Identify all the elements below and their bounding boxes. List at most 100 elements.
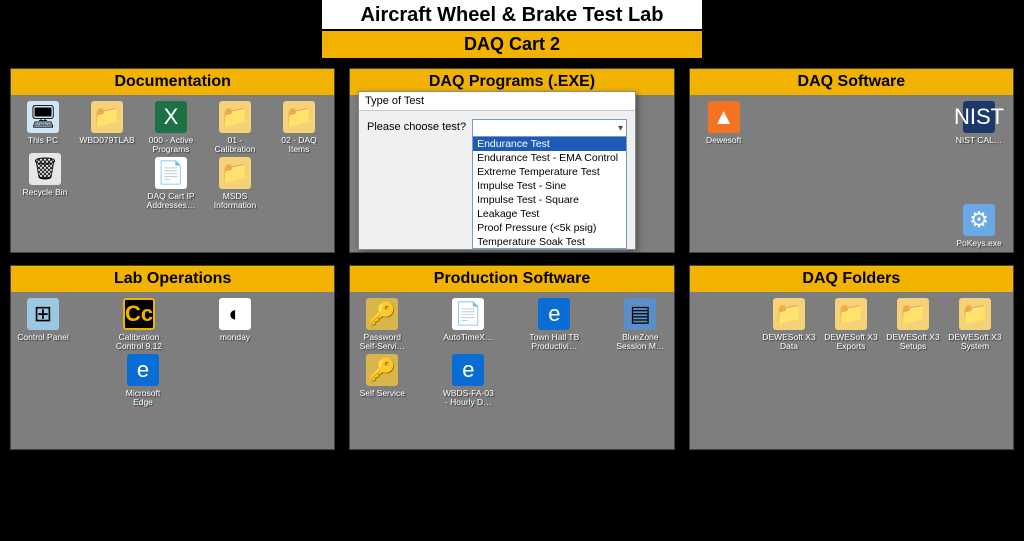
- daqfolder-icon-2[interactable]: 📁 DEWESoft X3 Setups: [885, 298, 941, 352]
- doc-icon-3[interactable]: 📁 01 - Calibration: [207, 101, 263, 155]
- nist-cal-shortcut[interactable]: NIST NIST CAL…: [951, 101, 1007, 145]
- labops-icon-1-icon: Cc: [123, 298, 155, 330]
- prod-icon-2-icon: e: [538, 298, 570, 330]
- doc-icon-b-0-icon: 📄: [155, 157, 187, 189]
- daqfolder-icon-2-icon: 📁: [897, 298, 929, 330]
- doc-icon-2[interactable]: X000 - Active Programs: [143, 101, 199, 155]
- page-title: Aircraft Wheel & Brake Test Lab: [322, 0, 702, 29]
- labops-icon-0[interactable]: ⊞ Control Panel: [15, 298, 71, 352]
- recycle-bin-label: Recycle Bin: [23, 188, 68, 197]
- pokeys-shortcut-icon: ⚙: [963, 204, 995, 236]
- prod-icon-b-1-label: WBDS-FA-03 - Hourly D…: [440, 389, 496, 408]
- nist-cal-shortcut-icon: NIST: [963, 101, 995, 133]
- doc-icon-1[interactable]: 📁 WBD079TLAB: [79, 101, 135, 155]
- fence-body-daq-folders: 📁DEWESoft X3 Data📁DEWESoft X3 Exports📁DE…: [690, 292, 1013, 449]
- doc-icon-1-icon: 📁: [91, 101, 123, 133]
- prod-icon-1-label: AutoTimeX…: [443, 333, 493, 342]
- doc-icon-b-1[interactable]: 📁MSDS Information: [207, 157, 263, 211]
- prod-icon-2[interactable]: eTown Hall TB Productivi…: [526, 298, 582, 352]
- daqfolder-icon-3[interactable]: 📁 DEWESoft X3 System: [947, 298, 1003, 352]
- dewesoft-shortcut-icon: ▲: [708, 101, 740, 133]
- doc-icon-0-label: This PC: [28, 136, 58, 145]
- combo-option-7[interactable]: Temperature Soak Test: [473, 235, 626, 249]
- daqfolder-icon-1-label: DEWESoft X3 Exports: [823, 333, 879, 352]
- doc-icon-3-icon: 📁: [219, 101, 251, 133]
- fence-body-documentation: 🖥 This PC 📁 WBD079TLAB X000 - Active Program…: [11, 95, 334, 252]
- fence-lab-operations: Lab Operations ⊞ Control Panel Cc Calibrati…: [10, 265, 335, 450]
- prod-icon-b-1-icon: e: [452, 354, 484, 386]
- fence-header: Documentation: [11, 69, 334, 95]
- combo-option-1[interactable]: Endurance Test - EMA Control: [473, 151, 626, 165]
- doc-icon-4-icon: 📁: [283, 101, 315, 133]
- fence-header: DAQ Folders: [690, 266, 1013, 292]
- dewesoft-shortcut-label: Dewesoft: [706, 136, 741, 145]
- doc-icon-2-label: 000 - Active Programs: [143, 136, 199, 155]
- page-subtitle: DAQ Cart 2: [322, 29, 702, 58]
- prod-icon-1-icon: 📄: [452, 298, 484, 330]
- prod-icon-b-0[interactable]: 🔑 Self Service: [354, 354, 410, 408]
- recycle-bin[interactable]: 🗑 Recycle Bin: [17, 153, 73, 197]
- prod-icon-3-icon: ▤: [624, 298, 656, 330]
- daqfolder-icon-0[interactable]: 📁DEWESoft X3 Data: [761, 298, 817, 352]
- pokeys-shortcut-label: PoKeys.exe: [956, 239, 1001, 248]
- labops-icon-0-icon: ⊞: [27, 298, 59, 330]
- fence-daq-folders: DAQ Folders 📁DEWESoft X3 Data📁DEWESoft X…: [689, 265, 1014, 450]
- combo-option-5[interactable]: Leakage Test: [473, 207, 626, 221]
- nist-cal-shortcut-label: NIST CAL…: [956, 136, 1003, 145]
- combo-option-2[interactable]: Extreme Temperature Test: [473, 165, 626, 179]
- dialog-title: Type of Test: [359, 92, 635, 111]
- daqfolder-icon-2-label: DEWESoft X3 Setups: [885, 333, 941, 352]
- fence-header: Lab Operations: [11, 266, 334, 292]
- doc-icon-3-label: 01 - Calibration: [207, 136, 263, 155]
- doc-icon-b-0-label: DAQ Cart IP Addresses…: [143, 192, 199, 211]
- doc-icon-0-icon: 🖥: [27, 101, 59, 133]
- prod-icon-0-label: Password Self-Servi…: [354, 333, 410, 352]
- prod-icon-3-label: BlueZone Session M…: [612, 333, 668, 352]
- doc-icon-b-1-label: MSDS Information: [207, 192, 263, 211]
- recycle-bin-icon: 🗑: [29, 153, 61, 185]
- daqfolder-icon-3-icon: 📁: [959, 298, 991, 330]
- fence-header: DAQ Software: [690, 69, 1013, 95]
- title-block: Aircraft Wheel & Brake Test Lab DAQ Cart…: [322, 0, 702, 58]
- combo-option-4[interactable]: Impulse Test - Square: [473, 193, 626, 207]
- prod-icon-b-0-label: Self Service: [360, 389, 405, 398]
- doc-icon-b-0[interactable]: 📄 DAQ Cart IP Addresses…: [143, 157, 199, 211]
- prod-icon-0-icon: 🔑: [366, 298, 398, 330]
- combo-option-6[interactable]: Proof Pressure (<5k psig): [473, 221, 626, 235]
- fence-production-software: Production Software 🔑Password Self-Servi…: [349, 265, 674, 450]
- fence-body-prod-software: 🔑 Password Self-Servi… 📄 AutoTimeX… eTown Ha…: [350, 292, 673, 449]
- daqfolder-icon-3-label: DEWESoft X3 System: [947, 333, 1003, 352]
- labops-icon-0-label: Control Panel: [17, 333, 69, 342]
- prod-icon-3[interactable]: ▤ BlueZone Session M…: [612, 298, 668, 352]
- prod-icon-b-0-icon: 🔑: [366, 354, 398, 386]
- labops-icon-1-label: Calibration Control 9.12: [111, 333, 167, 352]
- daqfolder-icon-1-icon: 📁: [835, 298, 867, 330]
- daqfolder-icon-1[interactable]: 📁 DEWESoft X3 Exports: [823, 298, 879, 352]
- labops-icon-b-0-label: Microsoft Edge: [115, 389, 171, 408]
- prod-icon-1[interactable]: 📄 AutoTimeX…: [440, 298, 496, 352]
- prod-icon-0[interactable]: 🔑 Password Self-Servi…: [354, 298, 410, 352]
- type-of-test-dialog[interactable]: Type of Test Please choose test? ▾ Endur…: [358, 91, 636, 250]
- labops-icon-2-label: monday: [220, 333, 250, 342]
- labops-icon-1[interactable]: Cc Calibration Control 9.12: [111, 298, 167, 352]
- fence-body-lab-ops: ⊞ Control Panel Cc Calibration Control 9.12…: [11, 292, 334, 449]
- combo-listbox[interactable]: Endurance TestEndurance Test - EMA Contr…: [472, 137, 627, 249]
- doc-icon-1-label: WBD079TLAB: [79, 136, 134, 145]
- labops-icon-b-0[interactable]: e Microsoft Edge: [115, 354, 171, 408]
- doc-icon-0[interactable]: 🖥 This PC: [15, 101, 71, 155]
- combo-option-0[interactable]: Endurance Test: [473, 137, 626, 151]
- pokeys-shortcut[interactable]: ⚙ PoKeys.exe: [951, 204, 1007, 248]
- doc-icon-4[interactable]: 📁 02 - DAQ Items: [271, 101, 327, 155]
- labops-icon-2-icon: ◐: [219, 298, 251, 330]
- daqfolder-icon-0-icon: 📁: [773, 298, 805, 330]
- combo-field[interactable]: ▾: [472, 119, 627, 137]
- test-type-combo[interactable]: ▾ Endurance TestEndurance Test - EMA Con…: [472, 119, 627, 249]
- labops-icon-b-0-icon: e: [127, 354, 159, 386]
- combo-option-3[interactable]: Impulse Test - Sine: [473, 179, 626, 193]
- chevron-down-icon: ▾: [618, 123, 623, 134]
- prod-icon-b-1[interactable]: e WBDS-FA-03 - Hourly D…: [440, 354, 496, 408]
- fence-body-daq-software: ▲ Dewesoft NIST NIST CAL… ⚙ PoKeys.exe: [690, 95, 1013, 252]
- doc-icon-4-label: 02 - DAQ Items: [271, 136, 327, 155]
- labops-icon-2[interactable]: ◐ monday: [207, 298, 263, 352]
- dewesoft-shortcut[interactable]: ▲ Dewesoft: [696, 101, 752, 145]
